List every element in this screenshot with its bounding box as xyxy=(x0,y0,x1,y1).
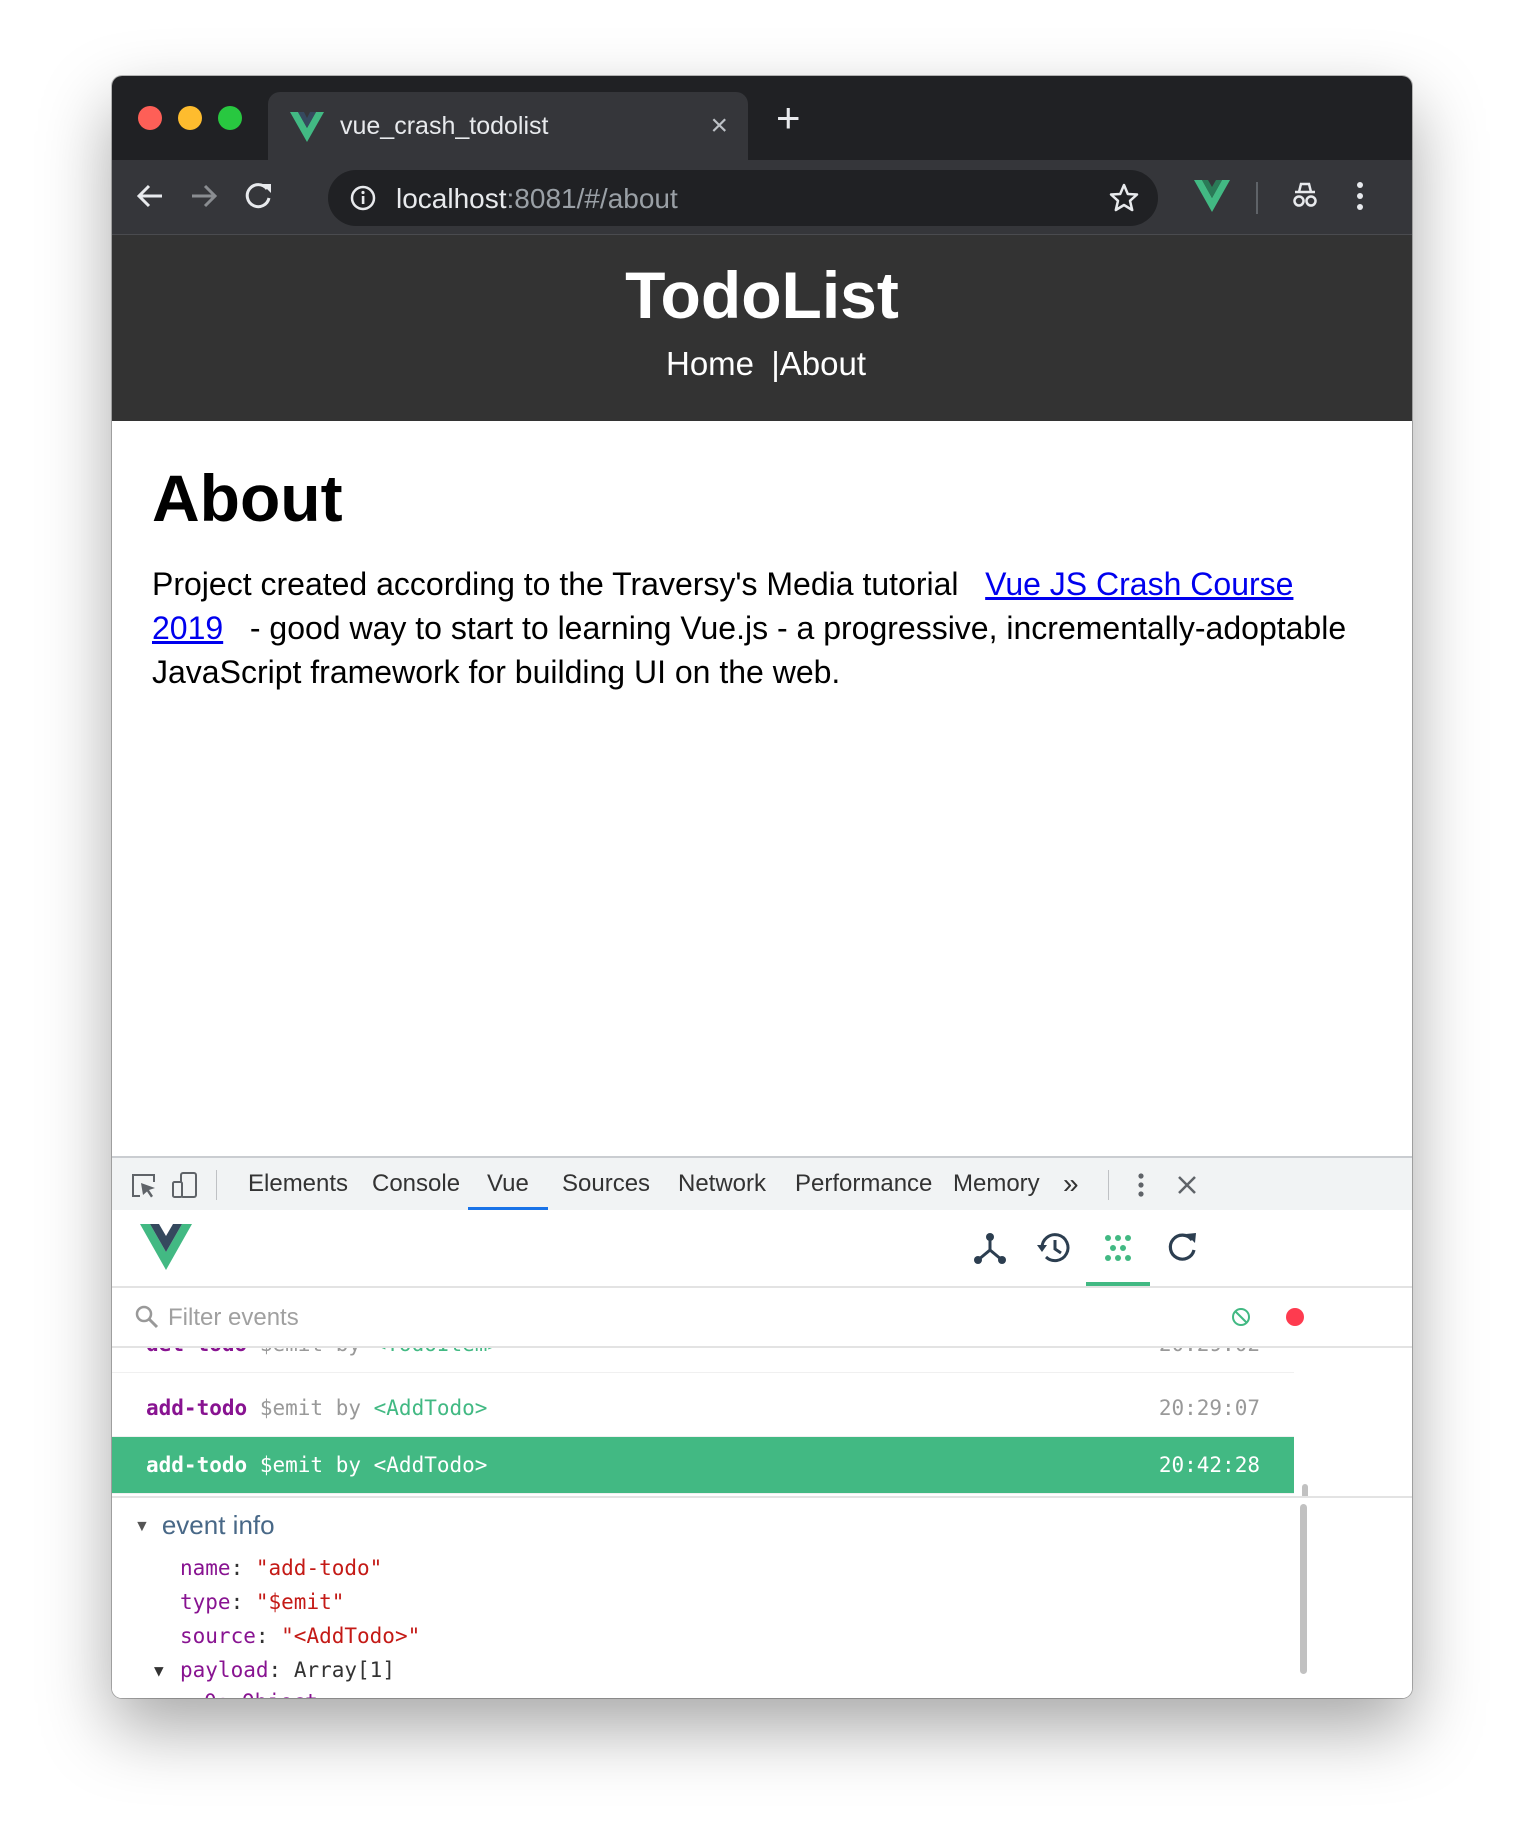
event-info-header[interactable]: ▼ event info xyxy=(134,1510,275,1541)
tab-elements[interactable]: Elements xyxy=(248,1158,348,1210)
list-item[interactable]: add-todo $emit by <AddTodo> 20:29:07 xyxy=(112,1380,1294,1437)
components-icon[interactable] xyxy=(970,1228,1010,1268)
app-nav: Home |About xyxy=(112,345,1412,383)
vuex-history-icon[interactable] xyxy=(1034,1228,1074,1268)
nav-separator: | xyxy=(771,345,780,382)
recording-indicator[interactable] xyxy=(1286,1308,1304,1326)
tab-network[interactable]: Network xyxy=(678,1158,766,1210)
site-info-icon[interactable] xyxy=(350,185,376,211)
vue-devtools-extension-icon[interactable] xyxy=(1194,180,1230,212)
minimize-window-button[interactable] xyxy=(178,106,202,130)
bookmark-star-icon[interactable] xyxy=(1108,182,1140,214)
close-devtools-icon[interactable] xyxy=(1172,1170,1202,1200)
filter-bar: Filter events xyxy=(112,1288,1412,1348)
browser-tab[interactable]: vue_crash_todolist × xyxy=(268,92,748,160)
devtools-separator-2 xyxy=(1108,1170,1109,1200)
forward-icon[interactable] xyxy=(186,178,222,214)
prop-payload-item[interactable]: 0: Object xyxy=(204,1690,318,1698)
prop-source: source: "<AddTodo>" xyxy=(180,1624,421,1648)
page-heading: About xyxy=(152,461,343,535)
event-list: del-todo $emit by <TodoItem> 20:29:02 ad… xyxy=(112,1348,1294,1494)
vue-devtools-header xyxy=(112,1210,1412,1288)
vue-logo-icon xyxy=(140,1224,192,1270)
tab-title: vue_crash_todolist xyxy=(340,112,549,140)
reload-icon[interactable] xyxy=(240,178,276,214)
tab-memory[interactable]: Memory xyxy=(953,1158,1040,1210)
address-bar[interactable]: localhost:8081/#/about xyxy=(328,170,1158,226)
active-tool-indicator xyxy=(1086,1282,1150,1286)
device-toolbar-icon[interactable] xyxy=(170,1170,200,1200)
devtools-separator xyxy=(216,1170,217,1200)
close-tab-icon[interactable]: × xyxy=(710,109,728,143)
prop-type: type: "$emit" xyxy=(180,1590,345,1614)
search-icon xyxy=(135,1305,159,1329)
expand-triangle-icon[interactable]: ▼ xyxy=(154,1661,164,1680)
refresh-icon[interactable] xyxy=(1162,1228,1202,1268)
clear-events-icon[interactable] xyxy=(1230,1306,1252,1328)
incognito-icon[interactable] xyxy=(1290,180,1320,210)
tab-vue[interactable]: Vue xyxy=(468,1158,548,1210)
inspect-element-icon[interactable] xyxy=(128,1170,158,1200)
list-item[interactable]: del-todo $emit by <TodoItem> 20:29:02 xyxy=(112,1348,1294,1373)
about-paragraph: Project created according to the Travers… xyxy=(152,566,1347,690)
back-icon[interactable] xyxy=(132,178,168,214)
info-scrollbar[interactable] xyxy=(1300,1504,1307,1674)
devtools-menu-icon[interactable] xyxy=(1126,1170,1156,1200)
browser-window: vue_crash_todolist × + localhost:8081/#/… xyxy=(112,76,1412,1698)
close-window-button[interactable] xyxy=(138,106,162,130)
app-title: TodoList xyxy=(625,258,899,332)
nav-about-link[interactable]: About xyxy=(780,345,866,382)
more-tabs-button[interactable]: » xyxy=(1063,1158,1079,1210)
tab-performance[interactable]: Performance xyxy=(795,1158,932,1210)
tab-strip: vue_crash_todolist × + xyxy=(112,76,1412,160)
new-tab-button[interactable]: + xyxy=(776,97,801,139)
prop-payload[interactable]: ▼ payload: Array[1] xyxy=(154,1658,395,1682)
browser-menu-icon[interactable] xyxy=(1354,178,1366,214)
zoom-window-button[interactable] xyxy=(218,106,242,130)
list-item-selected[interactable]: add-todo $emit by <AddTodo> 20:42:28 xyxy=(112,1437,1294,1494)
filter-events-input[interactable]: Filter events xyxy=(168,1304,299,1332)
app-header: TodoList Home |About xyxy=(112,235,1412,421)
url-text: localhost:8081/#/about xyxy=(396,183,678,214)
browser-toolbar: localhost:8081/#/about xyxy=(112,160,1412,235)
vue-favicon-icon xyxy=(290,112,324,142)
tab-console[interactable]: Console xyxy=(372,1158,460,1210)
prop-name: name: "add-todo" xyxy=(180,1556,383,1580)
expand-triangle-icon[interactable]: ▼ xyxy=(134,1518,150,1535)
tab-sources[interactable]: Sources xyxy=(562,1158,650,1210)
events-icon[interactable] xyxy=(1098,1228,1138,1268)
toolbar-separator xyxy=(1256,182,1258,214)
event-info-pane: ▼ event info name: "add-todo" type: "$emi… xyxy=(112,1496,1412,1698)
devtools-panel: Elements Console Vue Sources Network Per… xyxy=(112,1156,1412,1698)
nav-home-link[interactable]: Home xyxy=(666,345,754,382)
devtools-tabbar: Elements Console Vue Sources Network Per… xyxy=(112,1158,1412,1211)
